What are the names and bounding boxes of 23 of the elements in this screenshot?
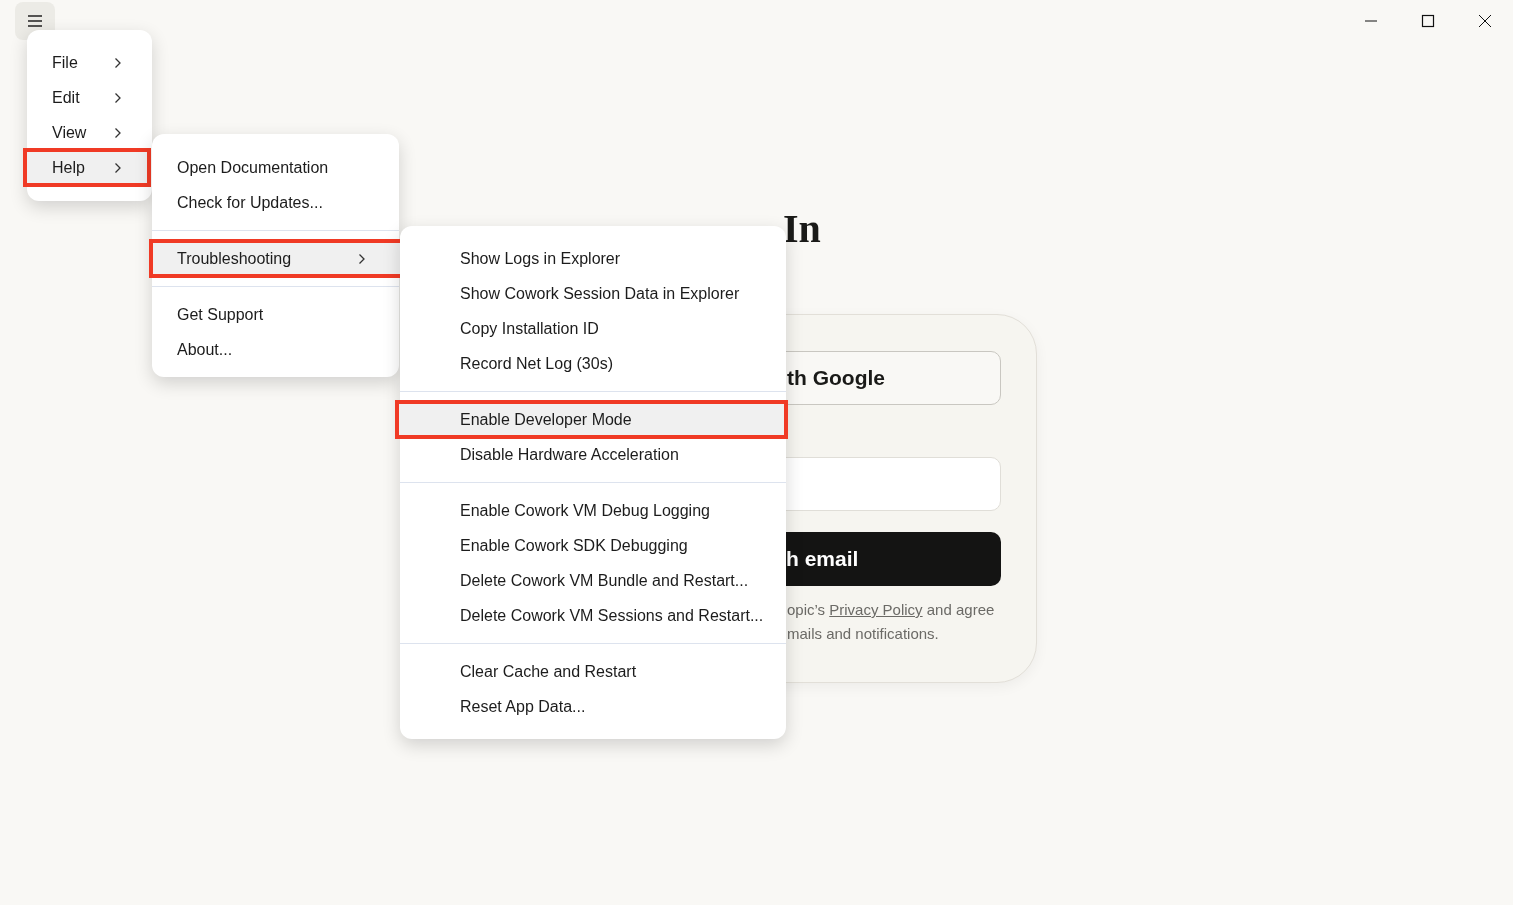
menu-item[interactable]: Enable Cowork VM Debug Logging (400, 493, 786, 528)
menu-item[interactable]: Delete Cowork VM Sessions and Restart... (400, 598, 786, 633)
maximize-icon (1420, 14, 1435, 28)
menu-item[interactable]: File (27, 45, 152, 80)
sign-in-heading: In (783, 206, 821, 252)
menu-item[interactable]: Open Documentation (152, 150, 399, 185)
menu-item[interactable]: Get Support (152, 297, 399, 332)
menu-item[interactable]: Clear Cache and Restart (400, 654, 786, 689)
close-icon (1477, 14, 1492, 28)
privacy-policy-link[interactable]: Privacy Policy (829, 601, 923, 618)
menu-item[interactable]: Troubleshooting (151, 241, 403, 276)
menu-item[interactable]: Show Logs in Explorer (400, 241, 786, 276)
menu-item[interactable]: View (27, 115, 152, 150)
menu-item[interactable]: Check for Updates... (152, 185, 399, 220)
menu-item[interactable]: Help (25, 150, 149, 185)
menu-item[interactable]: Enable Developer Mode (397, 402, 786, 437)
menu-item[interactable]: Reset App Data... (400, 689, 786, 724)
menu-item[interactable]: About... (152, 332, 399, 367)
menu-icon (27, 14, 43, 28)
menu-item[interactable]: Disable Hardware Acceleration (400, 437, 786, 472)
menu-item[interactable]: Edit (27, 80, 152, 115)
menu-item[interactable]: Show Cowork Session Data in Explorer (400, 276, 786, 311)
menu-item[interactable]: Copy Installation ID (400, 311, 786, 346)
